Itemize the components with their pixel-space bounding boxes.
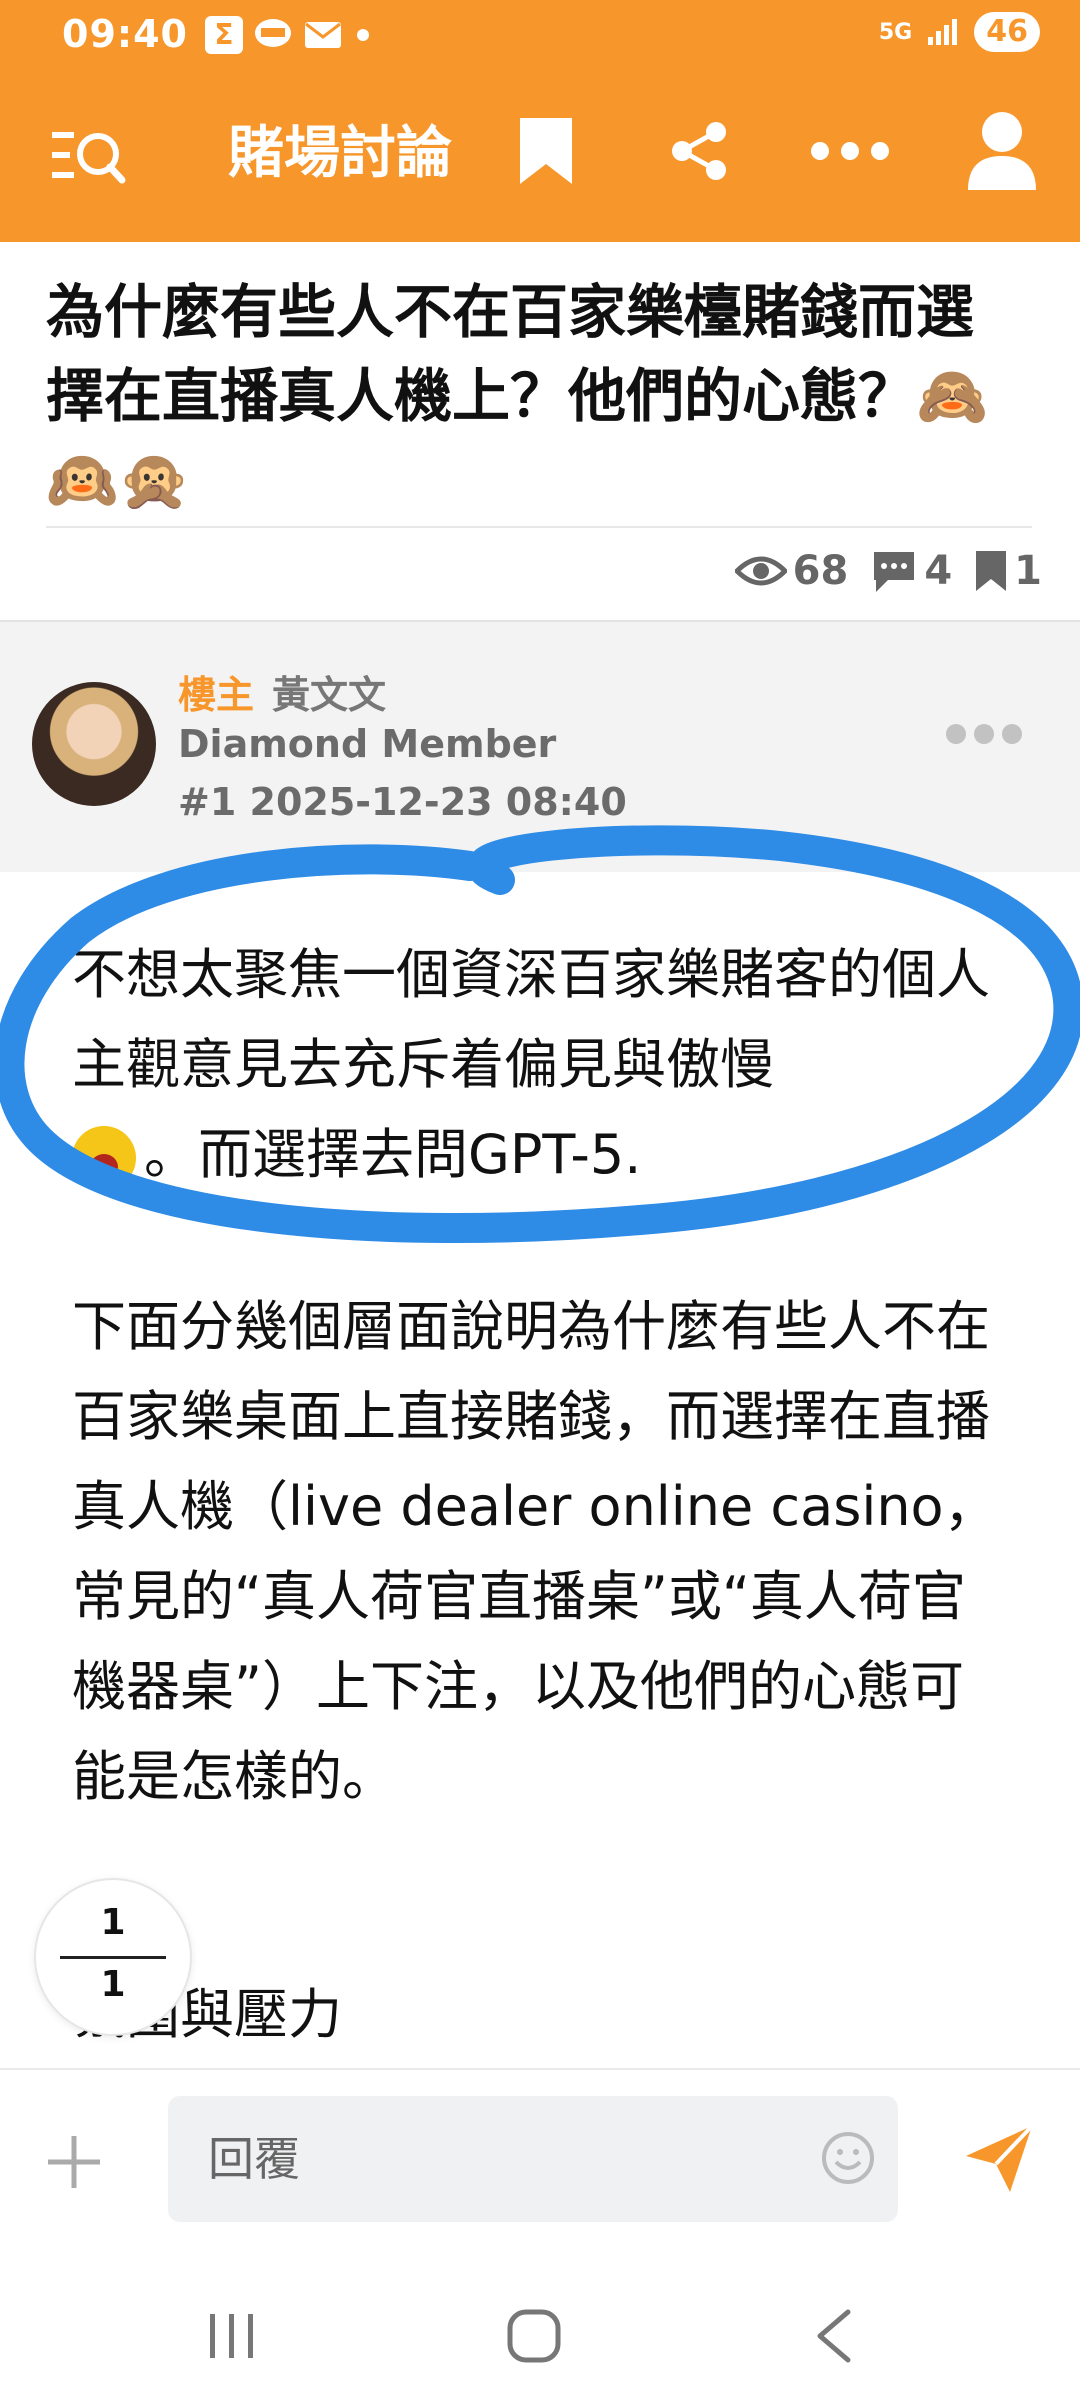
eye-icon — [734, 556, 787, 586]
hktv-icon — [255, 19, 291, 47]
comment-icon — [874, 552, 915, 592]
bookmark-small-icon — [976, 551, 1007, 591]
post-stats: 68 4 1 — [734, 548, 1042, 594]
member-level: Diamond Member — [178, 722, 557, 766]
mail-icon — [305, 22, 341, 48]
bookmarks-stat: 1 — [974, 548, 1042, 594]
dot-icon — [946, 724, 966, 744]
notification-icons: Σ — [205, 16, 373, 54]
page-indicator[interactable]: 1 1 — [34, 1878, 192, 2036]
app-bar: 賭場討論 — [0, 72, 1080, 242]
status-bar: 09:40 Σ 5G 46 — [0, 0, 1080, 72]
share-icon[interactable] — [668, 120, 730, 182]
app-title: 賭場討論 — [228, 121, 452, 186]
dot-icon — [1002, 724, 1022, 744]
page-total: 1 — [100, 1964, 126, 2005]
dot-icon — [357, 29, 369, 41]
system-nav-bar — [0, 2268, 1080, 2408]
title-divider — [46, 526, 1032, 528]
bookmark-icon[interactable] — [518, 116, 574, 186]
post-paragraph-2: 下面分幾個層面說明為什麼有些人不在百家樂桌面上直接賭錢，而選擇在直播真人機（li… — [72, 1295, 998, 1808]
views-stat: 68 — [734, 548, 849, 594]
avatar[interactable] — [32, 682, 156, 806]
send-icon[interactable] — [962, 2122, 1036, 2196]
comments-stat: 4 — [870, 548, 952, 594]
network-label: 5G — [878, 19, 913, 45]
views-count: 68 — [792, 548, 849, 594]
menu-search-icon[interactable] — [52, 124, 126, 190]
signal-icon — [928, 19, 958, 45]
post-more-button[interactable] — [946, 724, 1022, 744]
recent-apps-icon[interactable] — [204, 2308, 260, 2364]
reply-input[interactable] — [168, 2096, 898, 2222]
back-icon[interactable] — [812, 2308, 856, 2364]
owner-badge: 樓主 — [178, 673, 255, 717]
status-time: 09:40 — [62, 12, 188, 56]
post-title: 為什麼有些人不在百家樂檯賭錢而選擇在直播真人機上？他們的心態？🙈🙉🙊 — [46, 278, 989, 514]
status-right: 5G 46 — [879, 12, 1040, 52]
page-current: 1 — [100, 1902, 126, 1943]
emoji-icon[interactable] — [820, 2130, 876, 2186]
more-icon[interactable] — [810, 140, 890, 162]
sigma-app-icon: Σ — [205, 16, 243, 54]
dot-icon — [974, 724, 994, 744]
annotation-circle — [0, 825, 1080, 1244]
profile-icon[interactable] — [966, 110, 1038, 192]
battery-indicator: 46 — [974, 12, 1040, 52]
author-name[interactable]: 黃文文 — [272, 664, 386, 719]
home-icon[interactable] — [506, 2308, 562, 2364]
comments-count: 4 — [924, 548, 953, 594]
bookmarks-count: 1 — [1014, 548, 1042, 594]
page-divider — [60, 1956, 166, 1959]
plus-icon[interactable] — [44, 2132, 104, 2192]
